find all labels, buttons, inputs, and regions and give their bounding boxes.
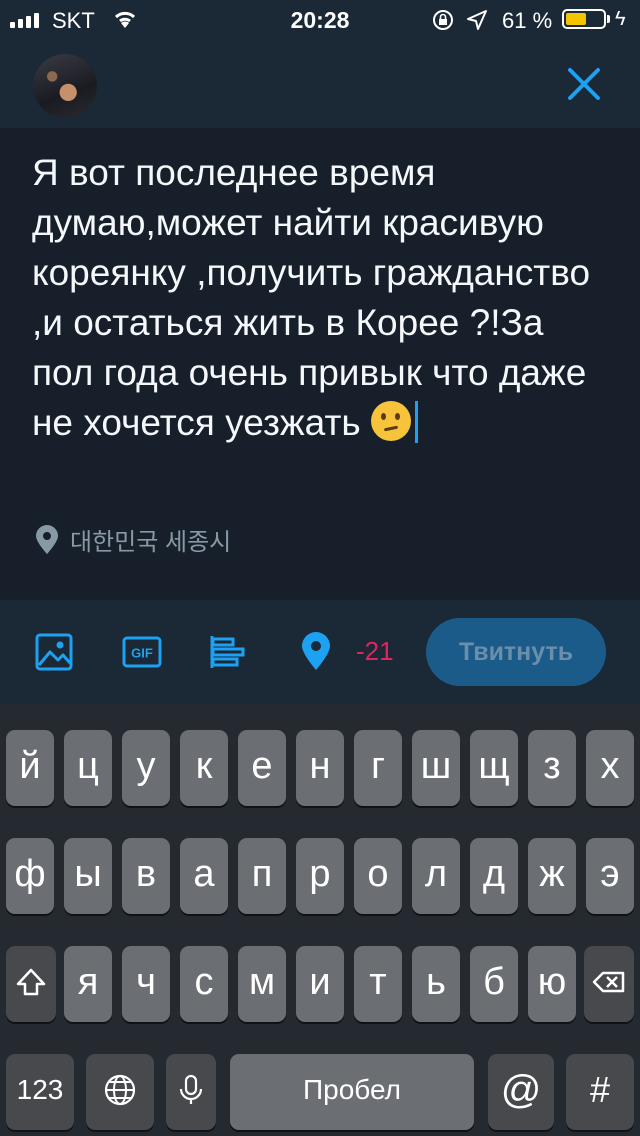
key-letter[interactable]: е [238, 730, 286, 806]
key-letter[interactable]: ы [64, 838, 112, 914]
location-label: 대한민국 세종시 [70, 529, 232, 556]
key-letter[interactable]: х [586, 730, 634, 806]
key-letter[interactable]: ш [412, 730, 460, 806]
charging-icon: ϟ [615, 8, 626, 30]
key-letter[interactable]: ь [412, 946, 460, 1022]
key-letter[interactable]: о [354, 838, 402, 914]
at-key[interactable]: @ [488, 1054, 554, 1130]
key-letter[interactable]: й [6, 730, 54, 806]
key-letter[interactable]: ж [528, 838, 576, 914]
shift-icon [16, 968, 46, 996]
key-letter[interactable]: д [470, 838, 518, 914]
globe-key[interactable] [86, 1054, 154, 1130]
key-letter[interactable]: л [412, 838, 460, 914]
thinking-face-emoji [370, 401, 411, 441]
microphone-icon [179, 1074, 203, 1104]
battery-tip [607, 15, 610, 23]
location-pin-icon[interactable] [296, 632, 336, 672]
space-key[interactable]: Пробел [230, 1054, 474, 1130]
key-letter[interactable]: с [180, 946, 228, 1022]
hash-key[interactable]: # [566, 1054, 634, 1130]
key-letter[interactable]: ч [122, 946, 170, 1022]
compose-toolbar: GIF -21 Твитнуть [0, 600, 640, 704]
delete-key[interactable] [584, 946, 634, 1022]
tweet-text-input[interactable]: Я вот последнее время думаю,может найти … [32, 148, 612, 448]
tweet-text: Я вот последнее время думаю,может найти … [32, 152, 591, 443]
key-letter[interactable]: г [354, 730, 402, 806]
key-letter[interactable]: ц [64, 730, 112, 806]
key-letter[interactable]: ф [6, 838, 54, 914]
status-bar: SKT 20:28 61 % ϟ [0, 0, 640, 40]
character-counter: -21 [356, 636, 394, 666]
key-letter[interactable]: э [586, 838, 634, 914]
key-letter[interactable]: т [354, 946, 402, 1022]
key-letter[interactable]: б [470, 946, 518, 1022]
image-icon[interactable] [34, 632, 74, 672]
numbers-key[interactable]: 123 [6, 1054, 74, 1130]
dictation-key[interactable] [166, 1054, 216, 1130]
key-letter[interactable]: м [238, 946, 286, 1022]
tweet-button[interactable]: Твитнуть [426, 618, 606, 686]
avatar[interactable] [33, 54, 97, 118]
globe-icon [104, 1074, 136, 1106]
keyboard: йцукенгшщзх фывапролджэ ячсмитьбю 123 Пр… [0, 704, 640, 1136]
location-tag[interactable]: 대한민국 세종시 [34, 522, 231, 557]
battery-icon [562, 9, 606, 29]
key-letter[interactable]: а [180, 838, 228, 914]
key-letter[interactable]: п [238, 838, 286, 914]
location-pin-small-icon [36, 524, 58, 554]
key-letter[interactable]: щ [470, 730, 518, 806]
compose-header [0, 40, 640, 128]
key-letter[interactable]: и [296, 946, 344, 1022]
compose-area[interactable]: Я вот последнее время думаю,может найти … [0, 128, 640, 600]
close-icon[interactable] [566, 66, 602, 102]
key-letter[interactable]: н [296, 730, 344, 806]
key-letter[interactable]: з [528, 730, 576, 806]
gif-icon[interactable]: GIF [122, 632, 162, 672]
text-cursor [414, 401, 418, 443]
key-letter[interactable]: у [122, 730, 170, 806]
backspace-icon [592, 971, 625, 993]
key-letter[interactable]: к [180, 730, 228, 806]
shift-key[interactable] [6, 946, 56, 1022]
key-letter[interactable]: р [296, 838, 344, 914]
svg-text:GIF: GIF [131, 646, 153, 661]
key-letter[interactable]: я [64, 946, 112, 1022]
rotation-lock-icon [433, 10, 453, 30]
key-letter[interactable]: ю [528, 946, 576, 1022]
key-letter[interactable]: в [122, 838, 170, 914]
location-services-icon [467, 10, 487, 30]
battery-percent: 61 % [502, 8, 553, 33]
poll-icon[interactable] [208, 632, 248, 672]
